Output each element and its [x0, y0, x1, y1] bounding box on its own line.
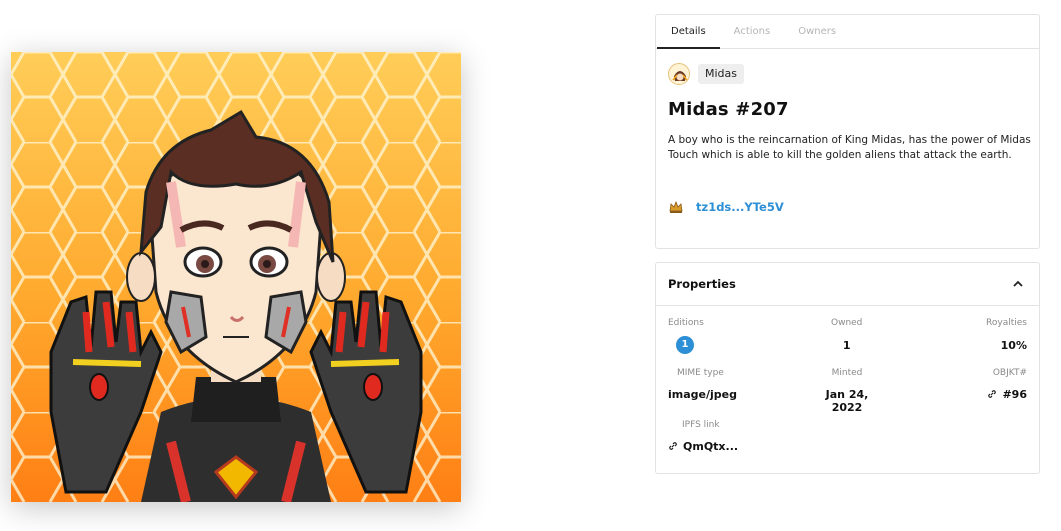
- royalties-cell: Royalties 10%: [986, 318, 1027, 352]
- details-card: Details Actions Owners Midas Midas #207 …: [655, 14, 1040, 249]
- creator-row: tz1ds...YTe5V: [668, 199, 784, 215]
- collection-name-chip[interactable]: Midas: [698, 64, 745, 84]
- properties-header[interactable]: Properties: [656, 263, 1039, 306]
- tab-details[interactable]: Details: [657, 15, 720, 49]
- ipfs-label: IPFS link: [682, 420, 720, 430]
- crown-icon: [669, 200, 683, 213]
- royalties-value: 10%: [1000, 339, 1027, 352]
- owned-label: Owned: [831, 318, 863, 328]
- collection-logo-icon: [670, 65, 689, 84]
- mime-cell: MIME type image/jpeg: [668, 368, 737, 401]
- link-icon: [988, 390, 997, 398]
- objkt-label: OBJKT#: [992, 368, 1027, 378]
- objkt-value: #96: [1002, 388, 1027, 401]
- creator-address-link[interactable]: tz1ds...YTe5V: [696, 200, 784, 214]
- token-description: A boy who is the reincarnation of King M…: [668, 134, 1031, 161]
- royalties-label: Royalties: [986, 318, 1027, 328]
- minted-cell: Minted Jan 24, 2022: [810, 368, 884, 414]
- token-title: Midas #207: [668, 99, 789, 120]
- editions-cell: Editions 1: [668, 318, 704, 354]
- owned-value: 1: [842, 339, 851, 352]
- tab-owners[interactable]: Owners: [784, 15, 850, 48]
- mime-value: image/jpeg: [668, 388, 737, 401]
- properties-card: Properties Editions 1 Owned 1 Royalties …: [655, 262, 1040, 474]
- nft-artwork[interactable]: [11, 52, 461, 502]
- owned-cell: Owned 1: [831, 318, 862, 352]
- chevron-up-icon[interactable]: [1011, 277, 1025, 291]
- collection-logo[interactable]: [668, 63, 690, 85]
- tab-bar: Details Actions Owners: [656, 15, 1039, 49]
- ipfs-link[interactable]: QmQtx...: [668, 440, 738, 453]
- link-icon: [669, 442, 677, 450]
- editions-label: Editions: [668, 318, 704, 328]
- artwork-image: [11, 52, 461, 502]
- objkt-link[interactable]: #96: [987, 388, 1027, 401]
- minted-value: Jan 24, 2022: [825, 388, 869, 414]
- objkt-cell: OBJKT# #96: [987, 368, 1027, 401]
- collection-row: Midas: [668, 63, 745, 85]
- properties-title: Properties: [668, 277, 736, 291]
- ipfs-value: QmQtx...: [683, 440, 739, 453]
- editions-badge: 1: [676, 336, 694, 354]
- tab-actions[interactable]: Actions: [720, 15, 785, 48]
- ipfs-cell: IPFS link QmQtx...: [668, 420, 738, 453]
- minted-label: Minted: [831, 368, 863, 378]
- mime-label: MIME type: [677, 368, 724, 378]
